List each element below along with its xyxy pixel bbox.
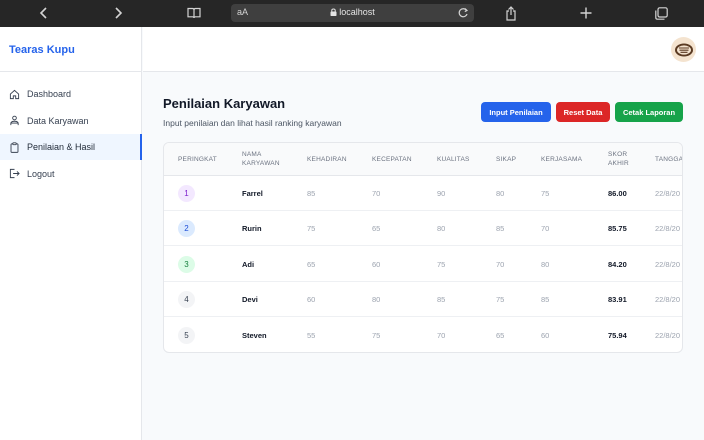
page-subtitle: Input penilaian dan lihat hasil ranking … <box>163 118 342 128</box>
cell-sikap: 85 <box>496 224 505 233</box>
table-row[interactable]: 5 Steven 55 75 70 65 60 75.94 22/8/20 <box>164 318 682 352</box>
cell-kecepatan: 75 <box>372 331 381 340</box>
brand-title[interactable]: Tearas Kupu <box>0 27 141 72</box>
avatar-logo <box>674 43 693 56</box>
cell-kehadiran: 55 <box>307 331 316 340</box>
cell-tanggal: 22/8/20 <box>655 260 681 269</box>
rank-badge: 4 <box>178 291 195 308</box>
sidebar-nav: Dashboard Data Karyawan Penilaian & Hasi… <box>0 72 142 187</box>
cell-kualitas: 90 <box>437 189 446 198</box>
reload-icon[interactable] <box>456 6 470 20</box>
sidebar-item-dashboard[interactable]: Dashboard <box>0 81 141 107</box>
forward-icon[interactable] <box>110 4 126 22</box>
address-bar[interactable]: aA localhost <box>231 4 474 22</box>
header-skor-line-1: SKOR <box>608 151 628 158</box>
plus-icon[interactable] <box>579 4 593 22</box>
cell-kehadiran: 60 <box>307 295 316 304</box>
cell-kehadiran: 85 <box>307 189 316 198</box>
url-display: localhost <box>231 7 474 17</box>
cell-kualitas: 70 <box>437 331 446 340</box>
header-nama-line-1: NAMA <box>242 151 262 158</box>
rank-badge: 1 <box>178 185 195 202</box>
header-peringkat: PERINGKAT <box>178 156 217 163</box>
top-header <box>143 27 704 72</box>
users-icon <box>10 115 19 126</box>
cell-nama: Devi <box>242 295 258 304</box>
cell-nama: Adi <box>242 260 255 269</box>
table-header: PERINGKAT NAMA KARYAWAN KEHADIRAN KECEPA… <box>164 143 682 176</box>
cell-skor-akhir: 85.75 <box>608 224 627 233</box>
reset-data-button[interactable]: Reset Data <box>556 102 610 122</box>
cell-tanggal: 22/8/20 <box>655 295 681 304</box>
share-icon[interactable] <box>503 4 519 22</box>
cell-tanggal: 22/8/20 <box>655 189 681 198</box>
home-icon <box>9 89 20 99</box>
sidebar-item-penilaian-hasil[interactable]: Penilaian & Hasil <box>0 134 142 160</box>
header-tanggal: TANGGA <box>655 156 683 163</box>
header-kerjasama: KERJASAMA <box>541 156 583 163</box>
cell-kerjasama: 85 <box>541 295 550 304</box>
cell-kecepatan: 80 <box>372 295 381 304</box>
cell-nama: Farrel <box>242 189 263 198</box>
book-icon[interactable] <box>185 4 203 22</box>
page-title: Penilaian Karyawan <box>163 96 286 111</box>
rank-badge: 2 <box>178 220 195 237</box>
back-icon[interactable] <box>36 4 52 22</box>
cell-kerjasama: 80 <box>541 260 550 269</box>
cell-kerjasama: 75 <box>541 189 550 198</box>
sidebar: Tearas Kupu Dashboard Data Karyawan Peni… <box>0 27 142 440</box>
cell-sikap: 75 <box>496 295 505 304</box>
ranking-table: PERINGKAT NAMA KARYAWAN KEHADIRAN KECEPA… <box>163 142 683 353</box>
logout-icon <box>9 168 20 179</box>
rank-badge: 5 <box>178 327 195 344</box>
sidebar-item-label: Penilaian & Hasil <box>27 142 96 152</box>
cell-kecepatan: 70 <box>372 189 381 198</box>
header-sikap: SIKAP <box>496 156 517 163</box>
table-row[interactable]: 4 Devi 60 80 85 75 85 83.91 22/8/20 <box>164 282 682 317</box>
avatar[interactable] <box>671 37 696 62</box>
cell-skor-akhir: 86.00 <box>608 189 627 198</box>
clipboard-icon <box>10 141 19 153</box>
cell-kecepatan: 65 <box>372 224 381 233</box>
sidebar-item-label: Data Karyawan <box>27 115 89 126</box>
tabs-icon[interactable] <box>653 4 669 22</box>
cell-nama: Steven <box>242 331 267 340</box>
cell-kerjasama: 70 <box>541 224 550 233</box>
lock-icon <box>330 8 337 16</box>
sidebar-item-label: Dashboard <box>27 89 72 99</box>
cell-tanggal: 22/8/20 <box>655 224 681 233</box>
cell-kualitas: 80 <box>437 224 446 233</box>
cell-kerjasama: 60 <box>541 331 550 340</box>
header-kehadiran: KEHADIRAN <box>307 156 347 163</box>
cell-kecepatan: 60 <box>372 260 381 269</box>
cell-sikap: 70 <box>496 260 505 269</box>
cell-sikap: 80 <box>496 189 505 198</box>
sidebar-item-data-karyawan[interactable]: Data Karyawan <box>0 108 141 134</box>
cell-kualitas: 85 <box>437 295 446 304</box>
url-text: localhost <box>339 7 375 17</box>
cell-kualitas: 75 <box>437 260 446 269</box>
header-kualitas: KUALITAS <box>437 156 470 163</box>
table-row[interactable]: 2 Rurin 75 65 80 85 70 85.75 22/8/20 <box>164 211 682 246</box>
cell-sikap: 65 <box>496 331 505 340</box>
input-penilaian-button[interactable]: Input Penilaian <box>481 102 551 122</box>
cell-kehadiran: 75 <box>307 224 316 233</box>
cell-skor-akhir: 83.91 <box>608 295 627 304</box>
rank-badge: 3 <box>178 256 195 273</box>
table-row[interactable]: 3 Adi 65 60 75 70 80 84.20 22/8/20 <box>164 247 682 282</box>
cetak-laporan-button[interactable]: Cetak Laporan <box>615 102 683 122</box>
cell-skor-akhir: 84.20 <box>608 260 627 269</box>
cell-skor-akhir: 75.94 <box>608 331 627 340</box>
cell-nama: Rurin <box>242 224 262 233</box>
header-kecepatan: KECEPATAN <box>372 156 412 163</box>
sidebar-item-label: Logout <box>27 168 55 179</box>
sidebar-item-logout[interactable]: Logout <box>0 161 141 187</box>
cell-tanggal: 22/8/20 <box>655 331 681 340</box>
browser-toolbar: aA localhost <box>0 0 704 27</box>
header-nama-line-2: KARYAWAN <box>242 160 280 167</box>
cell-kehadiran: 65 <box>307 260 316 269</box>
header-skor-line-2: AKHIR <box>608 160 629 167</box>
table-row[interactable]: 1 Farrel 85 70 90 80 75 86.00 22/8/20 <box>164 176 682 211</box>
